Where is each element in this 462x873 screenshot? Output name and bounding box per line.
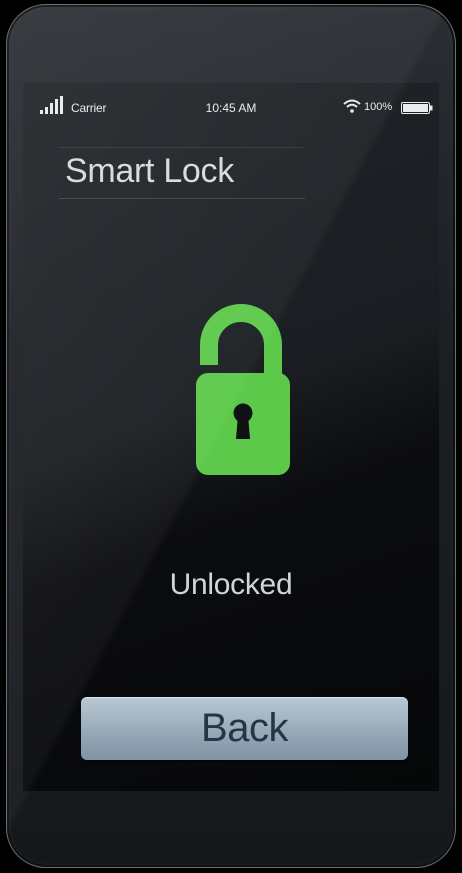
phone-screen: Carrier 10:45 AM 100% Smart Lock Unlocke… (23, 83, 439, 791)
lock-status-label: Unlocked (169, 568, 293, 601)
page-title: Smart Lock (65, 152, 234, 190)
status-bar: Carrier 10:45 AM 100% (23, 83, 439, 123)
title-bar: Smart Lock (59, 147, 305, 199)
phone-frame: Carrier 10:45 AM 100% Smart Lock Unlocke… (6, 4, 456, 868)
unlocked-padlock-icon (196, 304, 290, 475)
back-button[interactable]: Back (81, 697, 408, 760)
wifi-icon (343, 99, 361, 113)
stage: Carrier 10:45 AM 100% Smart Lock Unlocke… (0, 0, 462, 873)
battery-icon (401, 102, 433, 114)
battery-percent: 100% (364, 101, 393, 113)
